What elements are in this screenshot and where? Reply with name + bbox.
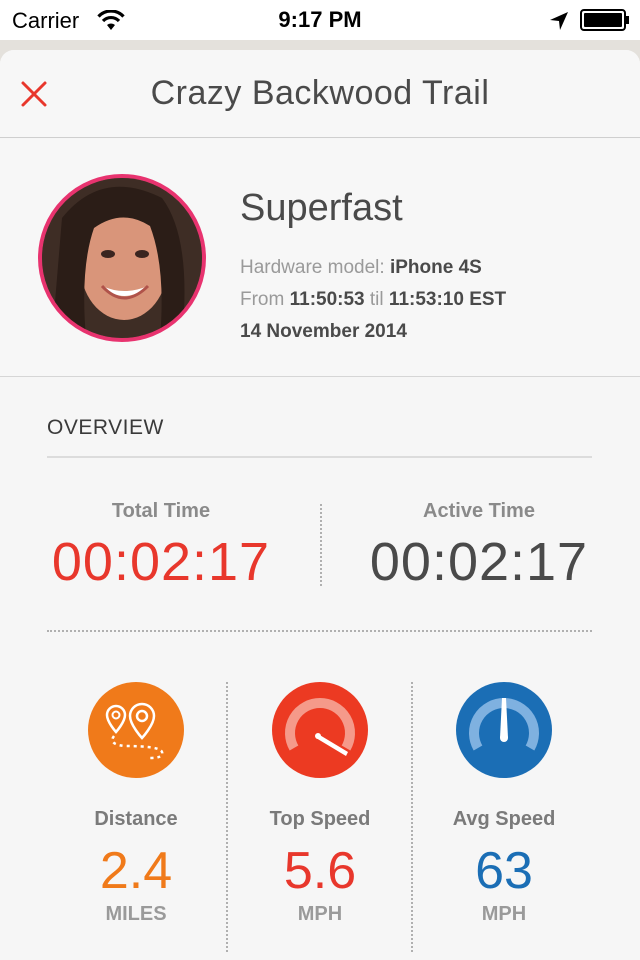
time-range-line: From 11:50:53 til 11:53:10 EST [240,289,506,311]
avg-speed-stat: Avg Speed 63 MPH [414,682,594,926]
avatar-photo [42,178,202,338]
avg-speed-label: Avg Speed [452,808,556,830]
profile-section: Superfast Hardware model: iPhone 4S From… [0,139,640,377]
map-pins-icon [88,682,184,778]
gauge-icon [456,682,552,778]
status-time: 9:17 PM [278,7,362,32]
til-label: til [369,289,384,310]
hardware-value: iPhone 4S [389,257,482,278]
page-title: Crazy Backwood Trail [150,74,490,112]
active-time-block: Active Time 00:02:17 [343,500,615,593]
start-time: 11:50:53 [289,289,365,310]
avatar[interactable] [38,174,206,342]
active-time-label: Active Time [423,500,535,522]
top-speed-stat: Top Speed 5.6 MPH [230,682,410,926]
active-time-value: 00:02:17 [369,532,589,592]
activity-date: 14 November 2014 [240,321,407,342]
stats-divider [47,630,592,632]
avg-speed-unit: MPH [481,903,527,925]
distance-value: 2.4 [99,842,173,900]
total-time-value: 00:02:17 [51,532,271,592]
end-time: 11:53:10 EST [388,289,507,310]
distance-unit: MILES [105,903,167,925]
distance-stat: Distance 2.4 MILES [46,682,226,926]
top-speed-value: 5.6 [283,842,357,900]
card-header: Crazy Backwood Trail [0,50,640,138]
stat-divider-1 [226,682,228,952]
status-bar: Carrier 9:17 PM [0,0,640,40]
profile-name: Superfast [240,187,403,229]
avg-speed-value: 63 [475,842,533,900]
overview-divider [47,456,592,458]
total-time-label: Total Time [111,500,211,522]
distance-label: Distance [94,808,178,830]
speedometer-icon [272,682,368,778]
hardware-model-line: Hardware model: iPhone 4S [240,257,482,279]
top-speed-label: Top Speed [269,808,371,830]
battery-icon [580,9,630,31]
location-arrow-icon [548,10,570,37]
overview-heading: OVERVIEW [47,416,164,439]
top-speed-unit: MPH [297,903,343,925]
time-divider [320,504,322,586]
total-time-block: Total Time 00:02:17 [25,500,297,593]
from-label: From [240,289,285,310]
stat-divider-2 [411,682,413,952]
trail-detail-card: Crazy Backwood Trail Superfast Hardware … [0,50,640,960]
hardware-label: Hardware model: [240,257,385,278]
